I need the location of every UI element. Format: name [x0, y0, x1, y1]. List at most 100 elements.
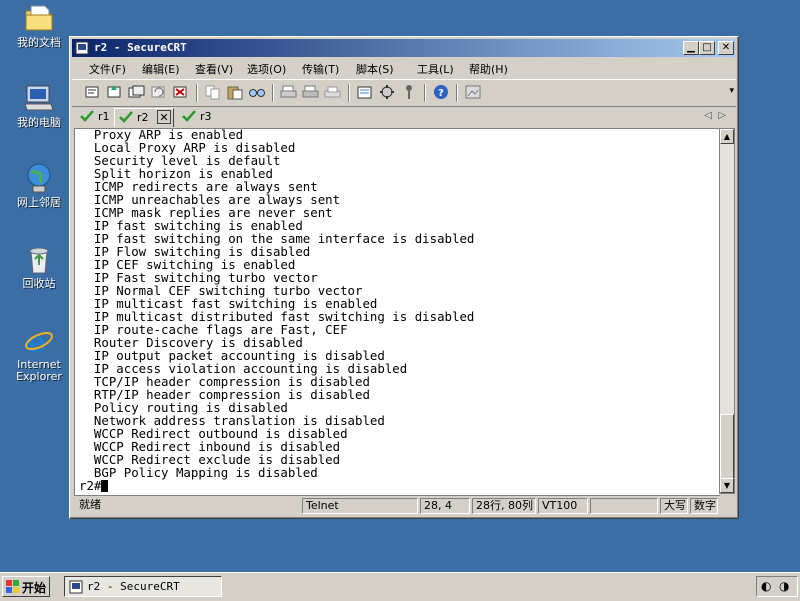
paste-icon[interactable] [226, 84, 244, 100]
reconnect-icon[interactable] [150, 84, 168, 100]
tab-scroll-left-icon[interactable]: ◁ [704, 110, 712, 121]
print-icon[interactable] [280, 84, 298, 100]
desktop-icon-label: 我的文档 [17, 36, 61, 49]
start-label: 开始 [22, 581, 47, 595]
taskbar: 开始 r2 - SecureCRT ◐ ◑ [0, 572, 800, 601]
desktop-icon-my-computer[interactable]: 我的电脑 [8, 82, 70, 129]
connected-check-icon [182, 110, 196, 125]
minimize-icon: ▁ [687, 42, 695, 53]
tab-label: r1 [98, 110, 110, 123]
toolbar-separator [424, 84, 426, 102]
toolbar-separator [196, 84, 198, 102]
scroll-up-icon[interactable]: ▲ [720, 129, 734, 144]
menu-options[interactable]: 选项(O) [247, 61, 286, 77]
about-icon[interactable] [464, 84, 482, 100]
network-globe-icon [23, 162, 55, 194]
internet-explorer-icon: e [23, 324, 55, 360]
menu-file[interactable]: 文件(F) [89, 61, 126, 77]
terminal-area[interactable]: Proxy ARP is enabled Local Proxy ARP is … [74, 128, 720, 496]
find-icon[interactable] [248, 84, 266, 100]
menu-tools[interactable]: 工具(L) [417, 61, 454, 77]
status-protocol: Telnet [302, 498, 418, 514]
close-tab-icon[interactable]: ✕ [157, 110, 171, 124]
tab-scroll-arrows: ◁ ▷ [704, 110, 726, 121]
connected-check-icon [119, 111, 133, 126]
global-options-icon[interactable] [378, 84, 396, 100]
menu-script[interactable]: 脚本(S) [356, 61, 394, 77]
desktop-icon-label: 我的电脑 [17, 116, 61, 129]
maximize-button[interactable]: □ [699, 41, 715, 55]
terminal-scrollbar[interactable]: ▲ ▼ [719, 128, 735, 494]
status-terminal-type: VT100 [538, 498, 588, 514]
status-empty-panel [590, 498, 658, 514]
desktop-icon-internet-explorer[interactable]: e Internet Explorer [8, 324, 70, 383]
connect-in-tab-icon[interactable] [128, 84, 146, 100]
recycle-bin-icon [23, 243, 55, 275]
taskbar-item-label: r2 - SecureCRT [87, 580, 180, 593]
svg-text:?: ? [438, 88, 444, 99]
securecrt-window: r2 - SecureCRT ▁ □ ✕ 文件(F) 编辑(E) 查看(V) 选… [69, 36, 739, 519]
close-button[interactable]: ✕ [718, 41, 734, 55]
desktop-icon-recycle-bin[interactable]: 回收站 [8, 243, 70, 290]
status-terminal-size: 28行, 80列 [472, 498, 536, 514]
folder-icon [23, 2, 55, 34]
toolbar-separator [456, 84, 458, 102]
toolbar-separator [272, 84, 274, 102]
toolbar: ? ▾ [72, 79, 736, 107]
maximize-icon: □ [702, 42, 712, 53]
minimize-button[interactable]: ▁ [683, 41, 699, 55]
windows-logo-icon [6, 580, 20, 593]
menu-help[interactable]: 帮助(H) [469, 61, 508, 77]
securecrt-app-icon [69, 580, 83, 594]
connected-check-icon [80, 110, 94, 125]
terminal-prompt: r2# [79, 478, 102, 493]
tray-network-icon[interactable]: ◑ [779, 579, 789, 593]
menu-view[interactable]: 查看(V) [195, 61, 233, 77]
connect-icon[interactable] [84, 84, 102, 100]
title-bar[interactable]: r2 - SecureCRT ▁ □ ✕ [72, 39, 736, 57]
session-options-icon[interactable] [356, 84, 374, 100]
start-button[interactable]: 开始 [2, 576, 50, 597]
securecrt-app-icon [75, 41, 89, 55]
desktop-icon-label: 回收站 [22, 277, 56, 290]
terminal-prompt-line: r2# [79, 479, 474, 492]
window-title: r2 - SecureCRT [94, 41, 187, 54]
help-icon[interactable]: ? [432, 84, 450, 100]
status-num-lock: 数字 [690, 498, 718, 514]
desktop-icon-label: 网上邻居 [17, 196, 61, 209]
tab-scroll-right-icon[interactable]: ▷ [718, 110, 726, 121]
tab-r2[interactable]: r2 ✕ [114, 108, 174, 127]
scrollbar-thumb[interactable] [720, 414, 734, 480]
toolbar-separator [348, 84, 350, 102]
computer-icon [23, 82, 55, 114]
disconnect-icon[interactable] [172, 84, 190, 100]
toolbar-overflow-icon[interactable]: ▾ [729, 86, 734, 96]
terminal-output: Proxy ARP is enabled Local Proxy ARP is … [79, 129, 474, 492]
system-tray: ◐ ◑ [756, 576, 798, 597]
taskbar-item-securecrt[interactable]: r2 - SecureCRT [64, 576, 222, 597]
menu-transfer[interactable]: 传输(T) [302, 61, 339, 77]
tab-label: r3 [200, 110, 212, 123]
scroll-down-icon[interactable]: ▼ [720, 478, 734, 493]
desktop-icon-label: Internet Explorer [16, 358, 62, 383]
tab-r3[interactable]: r3 [178, 108, 214, 126]
menu-edit[interactable]: 编辑(E) [142, 61, 180, 77]
tab-label: r2 [137, 111, 149, 124]
print-selection-icon[interactable] [302, 84, 320, 100]
menu-bar: 文件(F) 编辑(E) 查看(V) 选项(O) 传输(T) 脚本(S) 工具(L… [72, 58, 736, 78]
tray-speaker-icon[interactable]: ◐ [761, 579, 771, 593]
print-setup-icon[interactable] [324, 84, 342, 100]
status-cursor-position: 28, 4 [420, 498, 470, 514]
desktop-icon-my-documents[interactable]: 我的文档 [8, 2, 70, 49]
status-caps-lock: 大写 [660, 498, 688, 514]
quick-connect-icon[interactable] [106, 84, 124, 100]
desktop-icon-network[interactable]: 网上邻居 [8, 162, 70, 209]
terminal-cursor [101, 480, 109, 492]
tab-r1[interactable]: r1 [76, 108, 112, 126]
close-icon: ✕ [721, 42, 731, 53]
terminal-line: BGP Policy Mapping is disabled [79, 465, 318, 480]
session-tab-strip: r1 r2 ✕ r3 ◁ ▷ [72, 107, 736, 127]
status-ready: 就绪 [79, 498, 101, 511]
keymap-icon[interactable] [400, 84, 418, 100]
copy-icon[interactable] [204, 84, 222, 100]
